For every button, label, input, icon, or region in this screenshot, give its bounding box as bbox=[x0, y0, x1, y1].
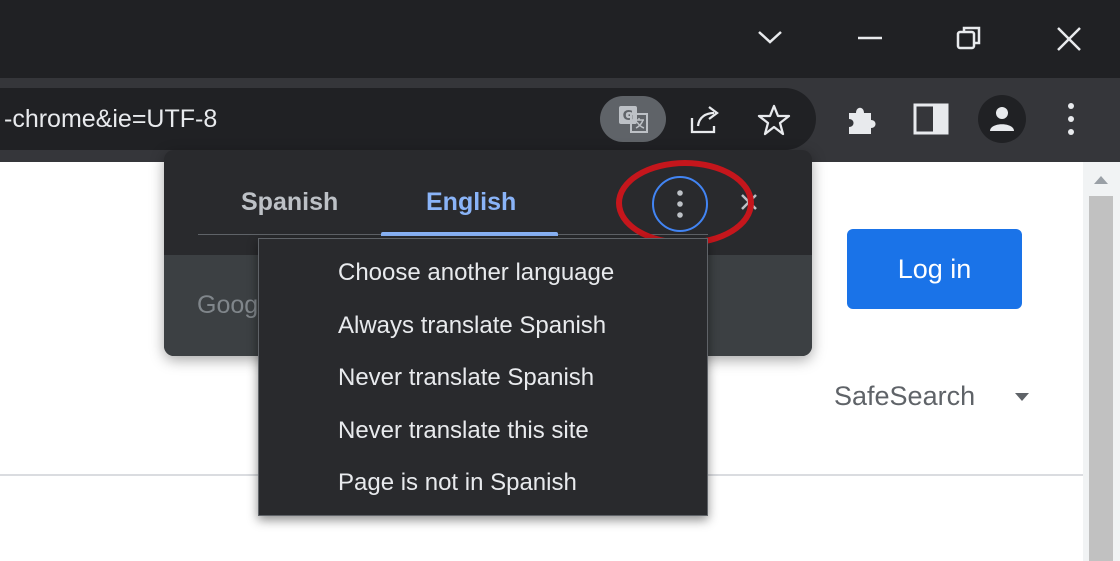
kebab-menu-icon[interactable] bbox=[1064, 102, 1078, 136]
close-icon[interactable] bbox=[1055, 25, 1083, 53]
star-icon[interactable] bbox=[757, 103, 791, 137]
restore-icon[interactable] bbox=[956, 25, 982, 51]
title-bar bbox=[0, 0, 1120, 78]
tab-target-language[interactable]: English bbox=[426, 182, 516, 222]
share-icon[interactable] bbox=[688, 104, 722, 136]
highlight-annotation bbox=[616, 160, 754, 246]
menu-item-never-translate-language[interactable]: Never translate Spanish bbox=[338, 358, 594, 398]
translate-icon[interactable]: G bbox=[617, 104, 649, 134]
puzzle-icon[interactable] bbox=[846, 103, 880, 135]
tab-source-language[interactable]: Spanish bbox=[241, 182, 338, 222]
profile-icon[interactable] bbox=[988, 104, 1016, 132]
google-translate-hint: Goog bbox=[197, 291, 259, 319]
address-bar-url[interactable]: -chrome&ie=UTF-8 bbox=[4, 101, 217, 137]
active-tab-indicator bbox=[381, 232, 558, 236]
caret-down-icon[interactable] bbox=[1012, 389, 1032, 403]
minimize-icon[interactable] bbox=[857, 36, 883, 40]
scrollbar-thumb[interactable] bbox=[1089, 196, 1113, 561]
scroll-up-icon[interactable] bbox=[1092, 172, 1110, 186]
safesearch-label[interactable]: SafeSearch bbox=[834, 377, 975, 415]
login-button[interactable]: Log in bbox=[847, 229, 1022, 309]
chevron-down-icon[interactable] bbox=[757, 27, 783, 47]
menu-item-never-translate-site[interactable]: Never translate this site bbox=[338, 411, 589, 451]
menu-item-choose-another-language[interactable]: Choose another language bbox=[338, 253, 614, 293]
side-panel-icon[interactable] bbox=[913, 103, 949, 135]
menu-item-always-translate[interactable]: Always translate Spanish bbox=[338, 306, 606, 346]
menu-item-page-not-in-language[interactable]: Page is not in Spanish bbox=[338, 463, 577, 503]
